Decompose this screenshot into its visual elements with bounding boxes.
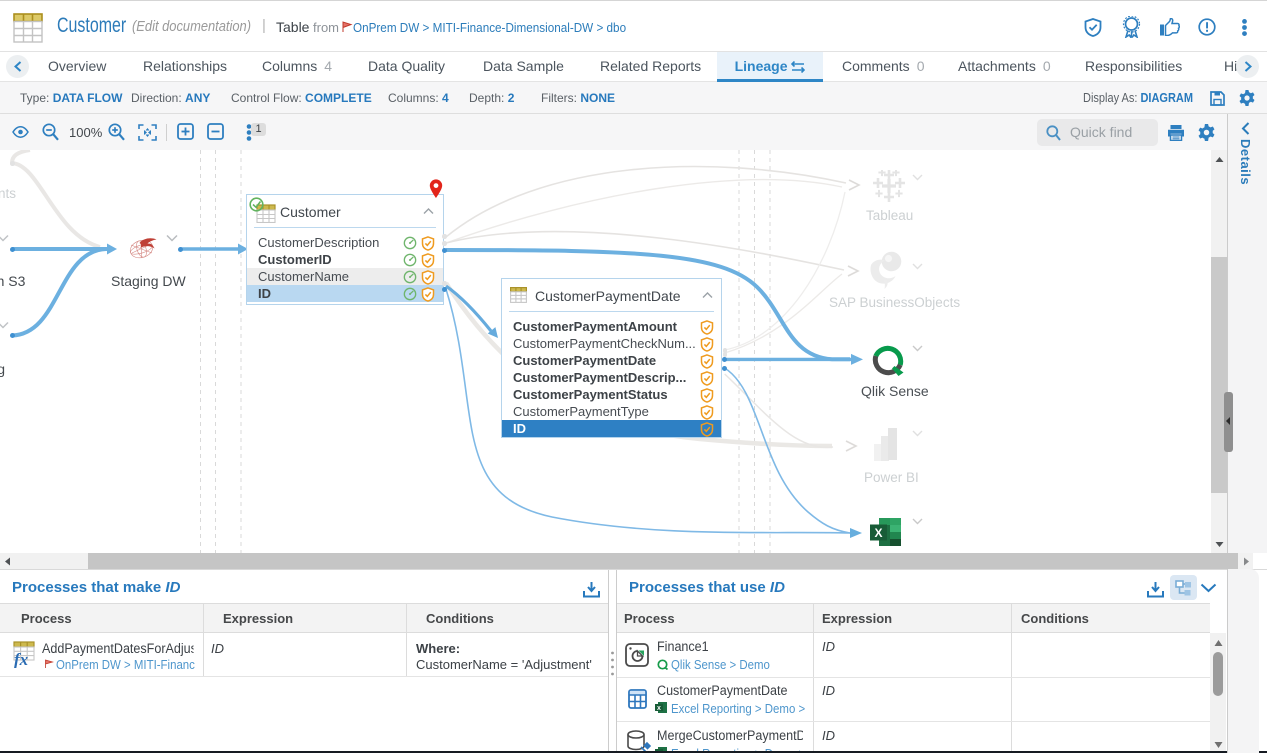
svg-text:x: x: [657, 705, 661, 712]
svg-text:X: X: [874, 526, 882, 540]
svg-text:fx: fx: [14, 650, 29, 668]
